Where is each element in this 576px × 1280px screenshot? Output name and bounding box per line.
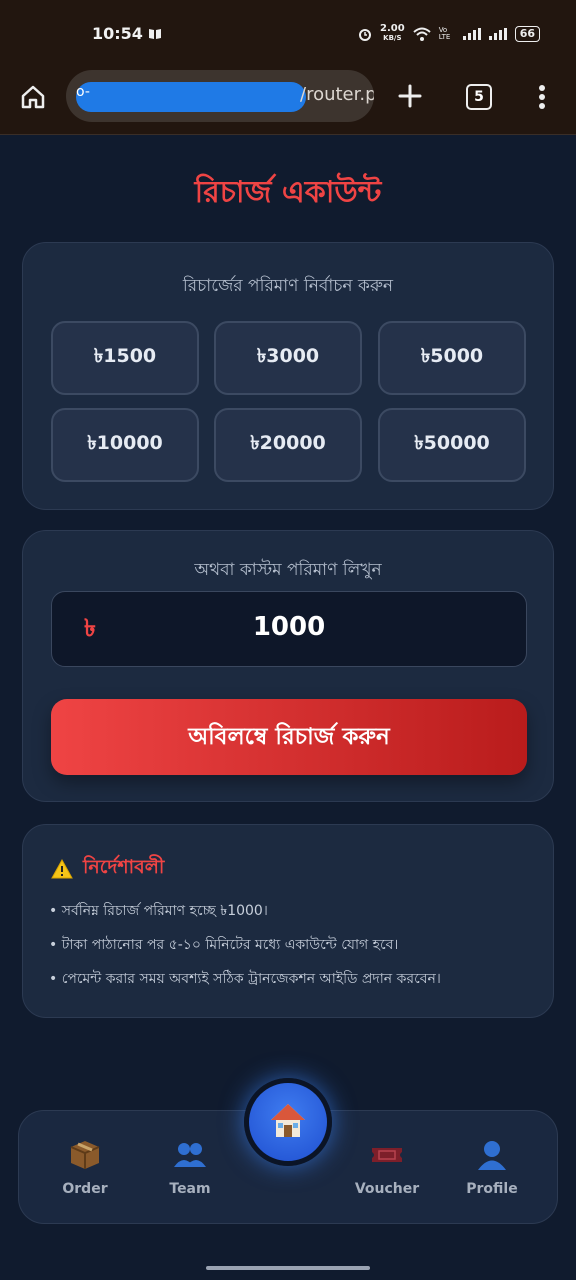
custom-amount-value: 1000 [252, 612, 326, 642]
custom-amount-card: অথবা কাস্টম পরিমাণ লিখুন ৳ 1000 অবিলম্বে… [22, 530, 554, 802]
instructions-title: নির্দেশাবলী [83, 856, 165, 878]
alarm-icon [359, 28, 371, 41]
amount-selection-card: রিচার্জের পরিমাণ নির্বাচন করুন ৳1500 ৳30… [22, 242, 554, 510]
amount-option-button[interactable]: ৳5000 [378, 321, 526, 395]
home-icon[interactable] [20, 84, 46, 110]
amount-option-button[interactable]: ৳50000 [378, 408, 526, 482]
status-bar: 10:54 2.00 KB/S Vo LTE 66 [0, 0, 576, 68]
nav-item-voucher[interactable]: Voucher [342, 1139, 432, 1197]
signal-icon [488, 27, 507, 40]
plus-icon[interactable] [396, 82, 424, 110]
gesture-bar [206, 1266, 370, 1270]
battery-icon: 66 [514, 25, 540, 42]
more-vertical-icon[interactable] [538, 84, 546, 110]
url-redaction [76, 82, 306, 112]
home-fab-button[interactable] [244, 1078, 332, 1166]
speed-value: 2.00 [380, 23, 405, 34]
custom-amount-label: অথবা কাস্টম পরিমাণ লিখুন [194, 560, 382, 580]
tabs-icon[interactable]: 5 [466, 84, 492, 110]
status-icons: 2.00 KB/S Vo LTE 66 [358, 24, 540, 43]
house-icon [271, 1104, 305, 1137]
team-icon [174, 1143, 206, 1167]
address-bar[interactable]: o- /router.php?pag [66, 70, 374, 122]
status-time: 10:54 [92, 24, 143, 43]
instruction-item: • পেমেন্ট করার সময় অবশ্যই সঠিক ট্রানজেক… [49, 971, 441, 987]
amount-option-button[interactable]: ৳1500 [51, 321, 199, 395]
instruction-item: • সর্বনিম্ন রিচার্জ পরিমাণ হচ্ছে ৳1000। [49, 903, 268, 919]
nav-item-profile[interactable]: Profile [447, 1139, 537, 1197]
amount-option-button[interactable]: ৳10000 [51, 408, 199, 482]
package-icon [70, 1141, 100, 1169]
network-speed: 2.00 KB/S [380, 24, 405, 43]
nav-label: Profile [466, 1181, 518, 1197]
amount-section-label: রিচার্জের পরিমাণ নির্বাচন করুন [182, 276, 394, 296]
speed-unit: KB/S [383, 34, 402, 42]
page-title: রিচার্জ একাউন্ট [194, 175, 382, 210]
nav-label: Team [169, 1181, 211, 1197]
instructions-header: নির্দেশাবলী [51, 853, 164, 885]
nav-label: Voucher [354, 1181, 420, 1197]
amount-option-button[interactable]: ৳3000 [214, 321, 362, 395]
signal-icon [462, 27, 481, 40]
site-info-icon[interactable]: o- [76, 84, 90, 100]
amount-option-button[interactable]: ৳20000 [214, 408, 362, 482]
book-icon [149, 29, 161, 39]
custom-amount-input[interactable]: ৳ 1000 [51, 591, 527, 667]
browser-toolbar: o- /router.php?pag 5 [0, 68, 576, 135]
ticket-icon [372, 1148, 402, 1162]
warning-icon [51, 859, 73, 879]
profile-icon [478, 1141, 506, 1170]
url-text: /router.php?pag [300, 84, 374, 105]
instructions-card: নির্দেশাবলী • সর্বনিম্ন রিচার্জ পরিমাণ হ… [22, 824, 554, 1018]
wifi-icon [413, 27, 431, 41]
nav-item-order[interactable]: Order [40, 1139, 130, 1197]
recharge-now-button[interactable]: অবিলম্বে রিচার্জ করুন [51, 699, 527, 775]
volte-label: Vo LTE [438, 25, 451, 41]
nav-label: Order [62, 1181, 108, 1197]
nav-item-team[interactable]: Team [145, 1139, 235, 1197]
instruction-item: • টাকা পাঠানোর পর ৫-১০ মিনিটের মধ্যে একা… [49, 937, 399, 953]
